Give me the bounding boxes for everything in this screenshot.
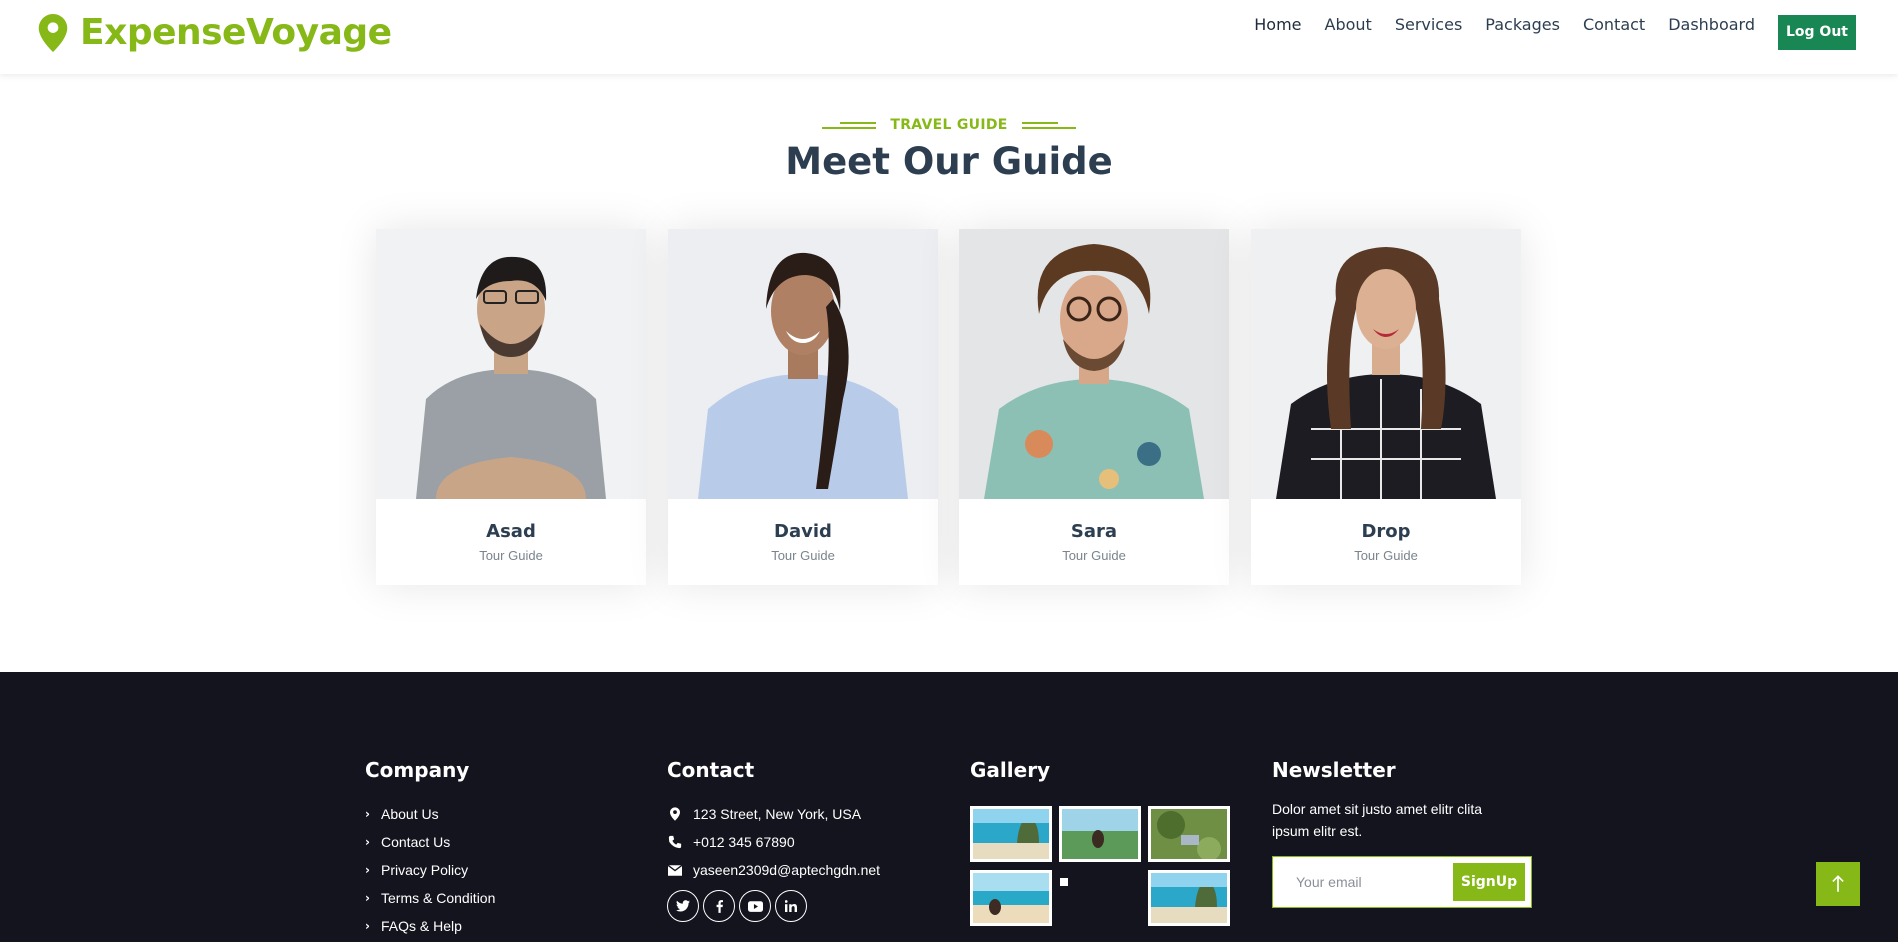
footer-gallery-title: Gallery xyxy=(970,758,1051,782)
brand-logo[interactable]: ExpenseVoyage xyxy=(38,12,392,53)
guide-name: Asad xyxy=(486,521,536,542)
contact-email-text: yaseen2309d@aptechgdn.net xyxy=(693,862,881,878)
guide-photo xyxy=(1251,229,1521,499)
guide-name: David xyxy=(774,521,832,542)
newsletter-email-input[interactable] xyxy=(1274,858,1444,906)
main-nav: Home About Services Packages Contact Das… xyxy=(1254,0,1898,50)
contact-phone-text: +012 345 67890 xyxy=(693,834,795,850)
section-subtitle-row: TRAVEL GUIDE xyxy=(0,117,1898,133)
guide-card[interactable]: Asad Tour Guide xyxy=(376,229,646,585)
logout-button[interactable]: Log Out xyxy=(1778,14,1856,50)
youtube-icon xyxy=(747,900,763,912)
guide-card[interactable]: Drop Tour Guide xyxy=(1251,229,1521,585)
navbar: ExpenseVoyage Home About Services Packag… xyxy=(0,0,1898,74)
guide-card[interactable]: Sara Tour Guide xyxy=(959,229,1229,585)
twitter-button[interactable] xyxy=(667,890,699,922)
guide-name: Sara xyxy=(1070,521,1118,542)
link-label: FAQs & Help xyxy=(381,918,462,934)
subtitle-decoration-left xyxy=(822,120,877,130)
footer-link-contact-us[interactable]: › Contact Us xyxy=(365,828,495,856)
contact-phone: +012 345 67890 xyxy=(667,828,880,856)
guide-role: Tour Guide xyxy=(1354,548,1418,563)
link-label: Contact Us xyxy=(381,834,451,850)
guide-photo xyxy=(668,229,938,499)
nav-services[interactable]: Services xyxy=(1395,15,1462,34)
link-label: About Us xyxy=(381,806,439,822)
gallery-image[interactable] xyxy=(970,806,1052,862)
footer-company-title: Company xyxy=(365,758,470,782)
footer-company-links: › About Us › Contact Us › Privacy Policy › T… xyxy=(365,800,495,940)
envelope-icon xyxy=(667,862,683,878)
youtube-button[interactable] xyxy=(739,890,771,922)
footer-newsletter-title: Newsletter xyxy=(1272,758,1396,782)
facebook-icon xyxy=(716,899,723,913)
footer: Company › About Us › Contact Us › Privacy P… xyxy=(0,672,1898,942)
footer-link-about-us[interactable]: › About Us xyxy=(365,800,495,828)
twitter-icon xyxy=(676,900,690,912)
facebook-button[interactable] xyxy=(703,890,735,922)
section-subtitle: TRAVEL GUIDE xyxy=(890,117,1008,133)
broken-image-placeholder xyxy=(1060,878,1068,886)
contact-address: 123 Street, New York, USA xyxy=(667,800,880,828)
nav-contact[interactable]: Contact xyxy=(1583,15,1645,34)
footer-gallery xyxy=(970,806,1230,926)
nav-home[interactable]: Home xyxy=(1254,15,1301,34)
gallery-image[interactable] xyxy=(970,870,1052,926)
chevron-right-icon: › xyxy=(365,807,370,821)
footer-link-privacy-policy[interactable]: › Privacy Policy xyxy=(365,856,495,884)
link-label: Terms & Condition xyxy=(381,890,496,906)
footer-contact-title: Contact xyxy=(667,758,755,782)
guide-name: Drop xyxy=(1361,521,1411,542)
contact-address-text: 123 Street, New York, USA xyxy=(693,806,862,822)
back-to-top-button[interactable] xyxy=(1816,862,1860,906)
nav-about[interactable]: About xyxy=(1325,15,1372,34)
newsletter-form: SignUp xyxy=(1272,856,1532,908)
map-marker-icon xyxy=(38,13,68,52)
footer-contact-info: 123 Street, New York, USA +012 345 67890… xyxy=(667,800,880,884)
guide-role: Tour Guide xyxy=(479,548,543,563)
phone-icon xyxy=(667,834,683,850)
subtitle-decoration-right xyxy=(1021,120,1076,130)
brand-name: ExpenseVoyage xyxy=(80,12,392,53)
link-label: Privacy Policy xyxy=(381,862,469,878)
footer-link-terms[interactable]: › Terms & Condition xyxy=(365,884,495,912)
contact-email: yaseen2309d@aptechgdn.net xyxy=(667,856,880,884)
guide-role: Tour Guide xyxy=(1062,548,1126,563)
linkedin-button[interactable] xyxy=(775,890,807,922)
guide-card[interactable]: David Tour Guide xyxy=(668,229,938,585)
gallery-image[interactable] xyxy=(1148,806,1230,862)
map-marker-icon xyxy=(667,806,683,822)
gallery-image[interactable] xyxy=(1059,806,1141,862)
section-title: Meet Our Guide xyxy=(785,140,1113,183)
guide-photo xyxy=(376,229,646,499)
social-links xyxy=(667,890,811,922)
guide-role: Tour Guide xyxy=(771,548,835,563)
nav-dashboard[interactable]: Dashboard xyxy=(1668,15,1755,34)
guide-photo xyxy=(959,229,1229,499)
gallery-image[interactable] xyxy=(1148,870,1230,926)
arrow-up-icon xyxy=(1832,875,1844,892)
nav-packages[interactable]: Packages xyxy=(1485,15,1560,34)
chevron-right-icon: › xyxy=(365,891,370,905)
chevron-right-icon: › xyxy=(365,919,370,933)
footer-link-faqs[interactable]: › FAQs & Help xyxy=(365,912,495,940)
chevron-right-icon: › xyxy=(365,835,370,849)
chevron-right-icon: › xyxy=(365,863,370,877)
newsletter-signup-button[interactable]: SignUp xyxy=(1453,863,1525,901)
linkedin-icon xyxy=(785,900,797,912)
newsletter-description: Dolor amet sit justo amet elitr clita ip… xyxy=(1272,801,1483,839)
